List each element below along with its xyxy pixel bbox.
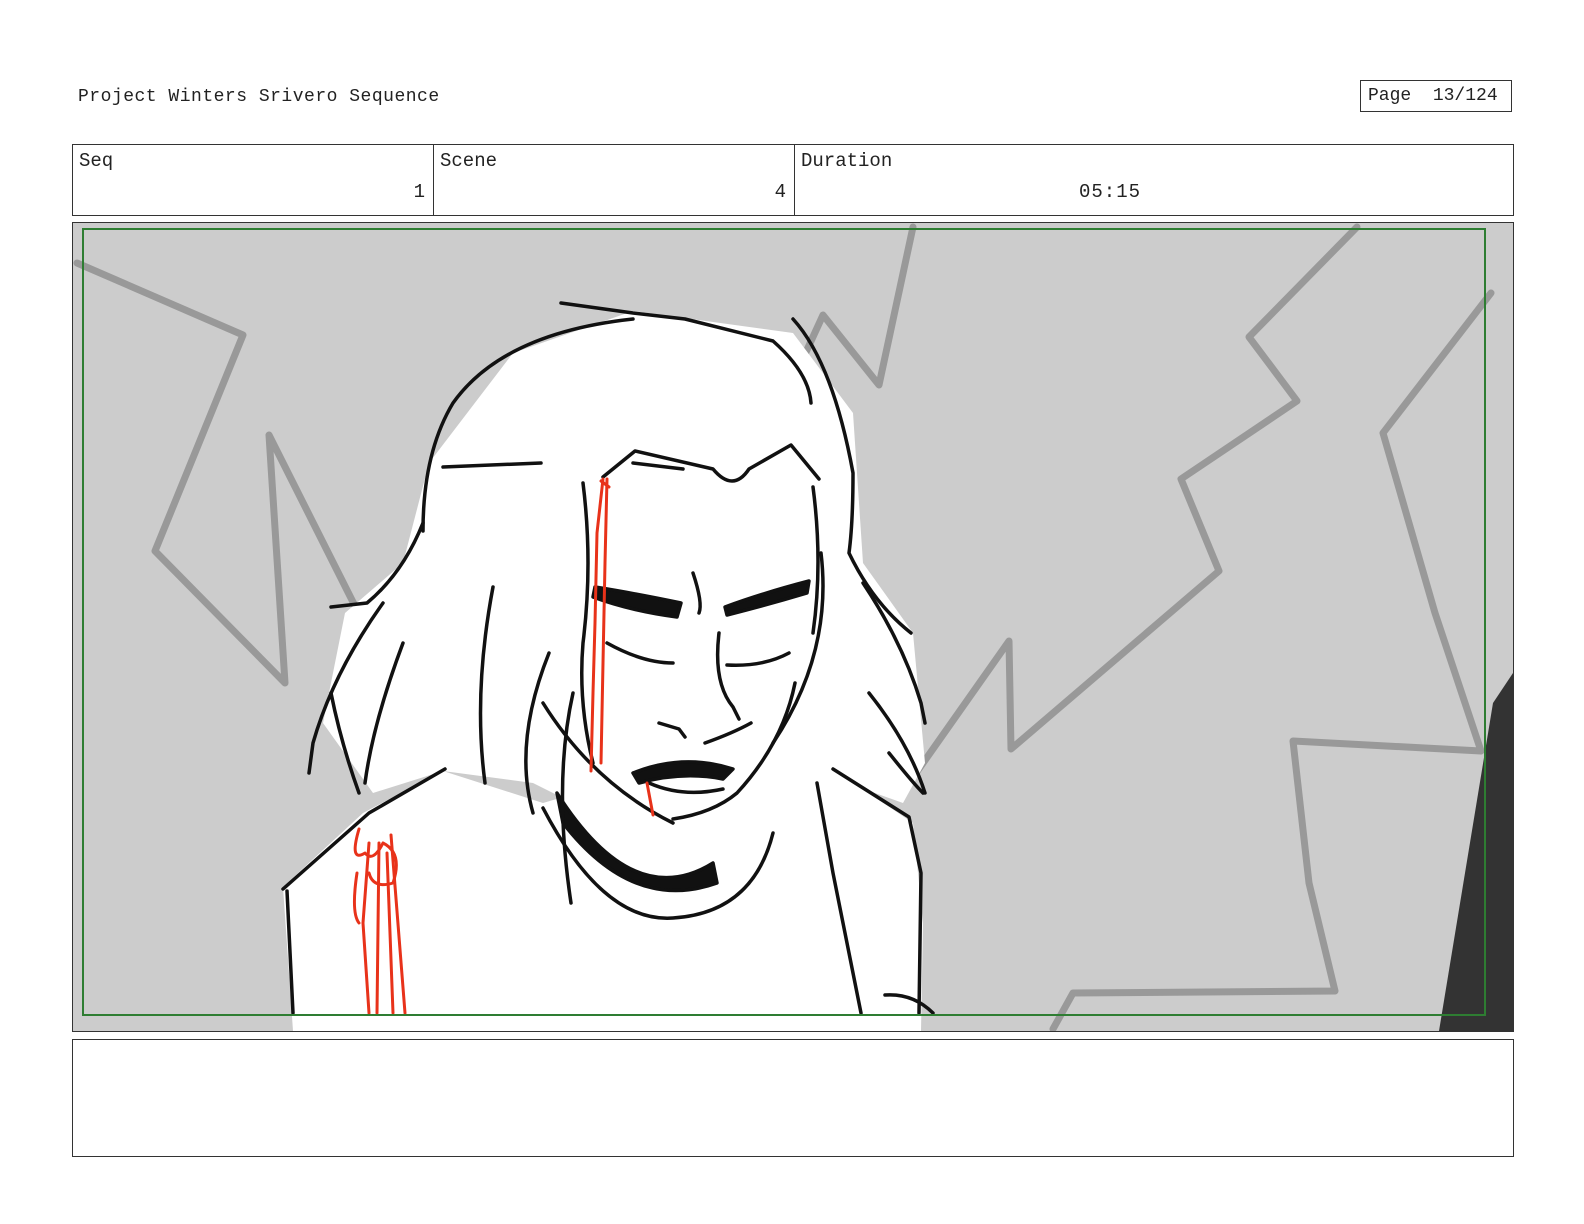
storyboard-panel — [72, 222, 1514, 1032]
scene-value: 4 — [774, 181, 786, 203]
page-label: Page — [1368, 86, 1412, 106]
panel-drawing — [73, 223, 1513, 1031]
seq-label: Seq — [79, 150, 114, 172]
project-title: Project Winters Srivero Sequence — [78, 87, 440, 107]
page-number: 13/124 — [1432, 86, 1498, 106]
scene-label: Scene — [440, 150, 498, 172]
duration-cell: Duration 05:15 — [795, 145, 1513, 215]
duration-value: 05:15 — [1079, 181, 1142, 203]
seq-cell: Seq 1 — [73, 145, 434, 215]
notes-box[interactable] — [72, 1039, 1514, 1157]
page-indicator: Page 13/124 — [1360, 80, 1512, 112]
info-row: Seq 1 Scene 4 Duration 05:15 — [72, 144, 1514, 216]
duration-label: Duration — [801, 150, 893, 172]
seq-value: 1 — [413, 181, 425, 203]
scene-cell: Scene 4 — [434, 145, 795, 215]
